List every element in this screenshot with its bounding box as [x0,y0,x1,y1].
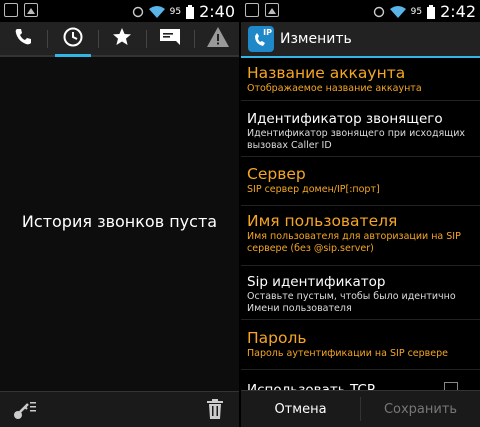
battery-percent: 95 [169,6,182,17]
clock-icon [62,26,84,52]
pref-summary: SIP сервер домен/IP[:порт] [247,184,380,195]
pref-title: Сервер [247,165,306,183]
action-bar: IP Изменить [241,22,480,58]
page-title: Изменить [280,31,352,47]
tab-warnings[interactable] [196,22,239,55]
tab-dialer[interactable] [0,22,45,55]
battery-icon [186,4,195,19]
pref-title: Название аккаунта [247,64,406,82]
pref-username[interactable]: Имя пользователя Имя пользователя для ав… [241,206,480,266]
pref-title: Идентификатор звонящего [247,111,443,127]
image-notify-icon [265,3,279,17]
bottom-button-bar: Отмена Сохранить [241,390,480,427]
star-icon [112,27,132,51]
save-button[interactable]: Сохранить [361,391,480,427]
pref-title: Имя пользователя [247,212,398,230]
pref-summary: Пароль аутентификации на SIP сервере [247,348,448,359]
trash-icon[interactable] [207,399,223,423]
pref-account-name[interactable]: Название аккаунта Отображаемое название … [241,58,480,101]
pref-sip-id[interactable]: Sip идентификатор Оставьте пустым, чтобы… [241,266,480,320]
message-icon [159,28,181,50]
pref-summary: Имя пользователя для авторизации на SIP … [247,231,461,254]
edit-account-screen: 95 2:42 IP Изменить Название аккаунта От… [241,0,480,427]
wifi-icon [148,5,165,18]
key-list-icon[interactable] [12,400,38,426]
clock-time: 2:40 [199,2,235,21]
phone-icon [13,27,33,51]
status-bar: 95 2:42 [241,0,480,22]
preference-list: Название аккаунта Отображаемое название … [241,58,480,400]
image-notify-icon [24,3,38,17]
clock-time: 2:42 [440,2,476,21]
pref-server[interactable]: Сервер SIP сервер домен/IP[:порт] [241,157,480,206]
sync-icon [373,6,385,18]
pref-title: Пароль [247,329,307,347]
battery-icon [427,4,436,19]
warning-icon [206,26,230,52]
app-icon[interactable]: IP [248,26,274,52]
call-log-screen: 95 2:40 История звонков пуста [0,0,239,427]
battery-percent: 95 [410,6,423,17]
cancel-button[interactable]: Отмена [241,391,360,427]
empty-call-log-message: История звонков пуста [21,212,218,231]
pref-title: Sip идентификатор [247,274,386,290]
pref-password[interactable]: Пароль Пароль аутентификации на SIP серв… [241,320,480,370]
tab-bar [0,22,239,57]
wifi-icon [389,5,406,18]
status-bar: 95 2:40 [0,0,239,22]
pref-summary: Оставьте пустым, чтобы было идентично Им… [247,291,456,314]
pref-summary: Отображаемое название аккаунта [247,83,422,94]
tab-messages[interactable] [148,22,192,55]
settings-notify-icon [4,3,18,17]
pref-summary: Идентификатор звонящего при исходящих вы… [247,128,465,151]
tab-favorites[interactable] [100,22,144,55]
settings-notify-icon [245,3,259,17]
pref-caller-id[interactable]: Идентификатор звонящего Идентификатор зв… [241,101,480,157]
sync-icon [132,6,144,18]
bottom-action-bar [0,391,239,427]
tab-call-log[interactable] [49,22,97,57]
